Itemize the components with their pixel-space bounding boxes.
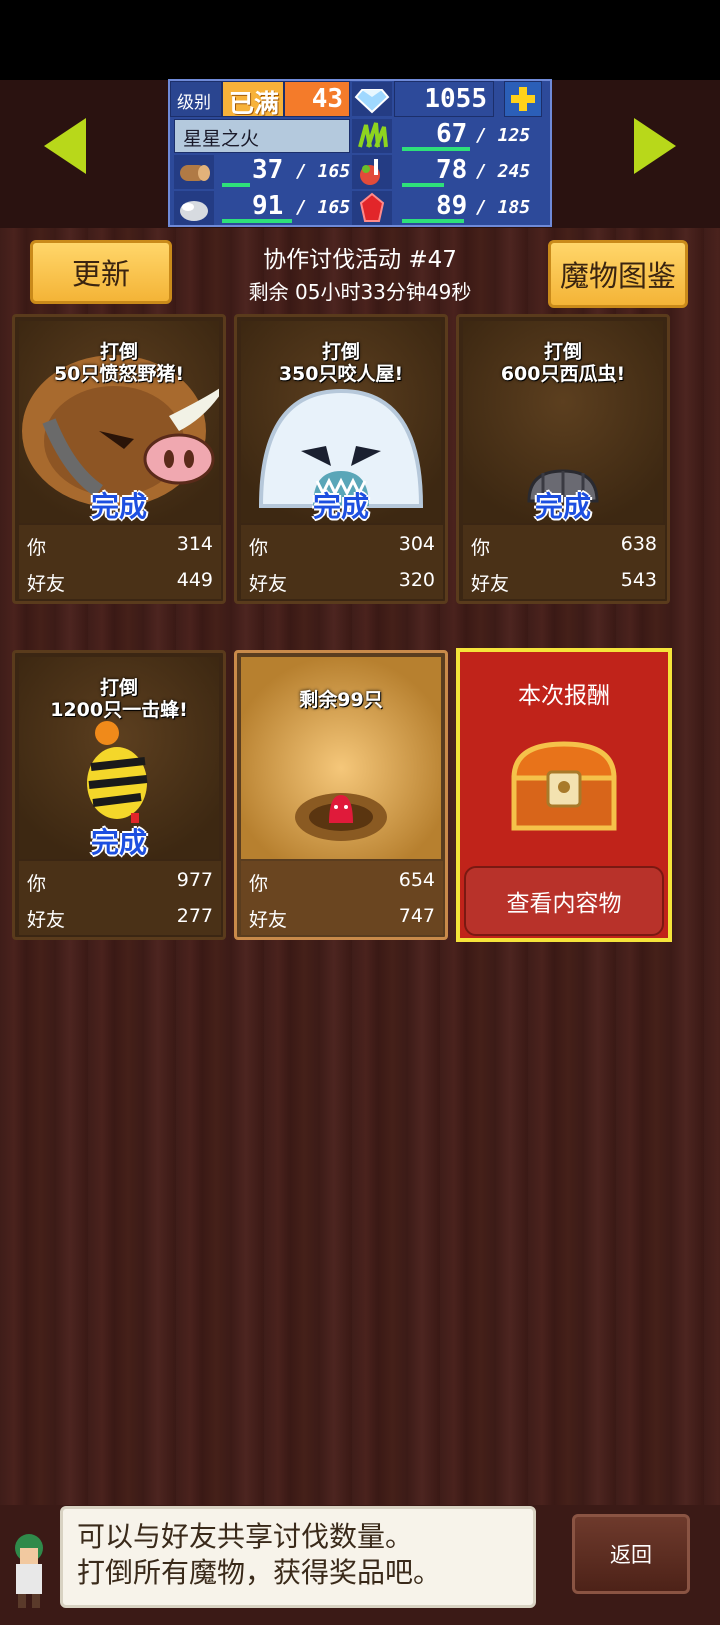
hint-line-2: 打倒所有魔物，获得奖品吧。 [77, 1556, 442, 1589]
gem-icon [352, 82, 392, 116]
stats-panel: 级别 已满 43 1055 星星之火 67 / 125 37 / 165 78 … [168, 79, 552, 227]
grass-max: / 125 [476, 125, 531, 146]
your-count-row: 你 977 [27, 869, 213, 895]
friend-count-row: 好友 320 [249, 569, 435, 595]
wood-log-icon [174, 155, 214, 189]
grass-current: 67 [436, 119, 468, 149]
wood-max: / 165 [296, 161, 351, 182]
next-arrow-icon[interactable] [634, 118, 676, 174]
friend-count-row: 好友 543 [471, 569, 657, 595]
burrow-monster-icon [295, 793, 387, 841]
stone-current: 91 [252, 191, 284, 221]
reward-panel: 本次报酬 查看内容物 [456, 648, 672, 942]
complete-label: 完成 [534, 490, 591, 523]
your-count-row: 你 654 [249, 869, 435, 895]
treasure-chest-icon [508, 738, 620, 834]
gem-count: 1055 [424, 84, 487, 114]
monster-card-boar[interactable]: 打倒 50只愤怒野猪! 完成 你 314 好友 449 [12, 314, 229, 604]
complete-label: 完成 [90, 826, 147, 859]
hint-dialog: 可以与好友共享讨伐数量。 打倒所有魔物，获得奖品吧。 [60, 1506, 536, 1608]
grass-icon [352, 119, 392, 153]
friend-count-row: 好友 277 [27, 905, 213, 931]
reward-title: 本次报酬 [518, 683, 610, 709]
red-crystal-icon [352, 191, 392, 225]
crystal-max: / 185 [476, 197, 531, 218]
monster-card-bug[interactable]: 打倒 600只西瓜虫! 完成 你 638 好友 543 [456, 314, 670, 604]
level-value-cell: 43 [284, 81, 350, 117]
card-goal: 打倒 600只西瓜虫! [500, 341, 626, 385]
card-goal: 打倒 1200只一击蜂! [50, 677, 188, 721]
meat-bar [402, 183, 444, 187]
player-name-cell: 星星之火 [174, 119, 350, 153]
level-value: 43 [311, 84, 343, 114]
level-max-badge: 已满 [222, 81, 284, 118]
plus-icon [511, 87, 535, 111]
event-timer: 剩余 05小时33分钟49秒 [248, 280, 472, 304]
back-button[interactable]: 返回 [572, 1514, 690, 1594]
friend-count-row: 好友 747 [249, 905, 435, 931]
event-title: 协作讨伐活动 #47 [263, 247, 457, 273]
player-name: 星星之火 [183, 128, 260, 150]
view-contents-button[interactable]: 查看内容物 [464, 866, 664, 936]
monster-card-bee[interactable]: 打倒 1200只一击蜂! 完成 你 977 好友 277 [12, 650, 226, 940]
gem-count-cell: 1055 [394, 81, 494, 117]
wood-current: 37 [252, 155, 284, 185]
remaining-count: 剩余99只 [299, 689, 383, 711]
add-gems-button[interactable] [504, 81, 542, 117]
prev-arrow-icon[interactable] [44, 118, 86, 174]
meat-max: / 245 [476, 161, 531, 182]
meat-icon [352, 155, 392, 189]
your-count-row: 你 304 [249, 533, 435, 559]
complete-label: 完成 [312, 490, 369, 523]
your-count-row: 你 314 [27, 533, 213, 559]
grass-bar [402, 147, 470, 151]
level-label: 级别 [177, 93, 211, 113]
advisor-character-icon [4, 1530, 54, 1610]
stone-icon [174, 191, 214, 225]
hole-art [241, 657, 441, 859]
stone-max: / 165 [296, 197, 351, 218]
monster-book-button[interactable]: 魔物图鉴 [548, 240, 688, 308]
hint-line-1: 可以与好友共享讨伐数量。 [77, 1520, 414, 1553]
monster-card-house[interactable]: 打倒 350只咬人屋! 完成 你 304 好友 320 [234, 314, 448, 604]
meat-current: 78 [436, 155, 468, 185]
monster-card-active[interactable]: 剩余99只 你 654 好友 747 [234, 650, 448, 940]
friend-count-row: 好友 449 [27, 569, 213, 595]
status-bar-area [0, 0, 720, 80]
refresh-button[interactable]: 更新 [30, 240, 172, 304]
stone-bar [222, 219, 292, 223]
card-goal: 打倒 50只愤怒野猪! [53, 341, 185, 385]
wood-bar [222, 183, 250, 187]
your-count-row: 你 638 [471, 533, 657, 559]
card-goal: 打倒 350只咬人屋! [278, 341, 404, 385]
level-label-cell: 级别 [170, 81, 222, 117]
crystal-current: 89 [436, 191, 468, 221]
crystal-bar [402, 219, 464, 223]
complete-label: 完成 [90, 490, 147, 523]
